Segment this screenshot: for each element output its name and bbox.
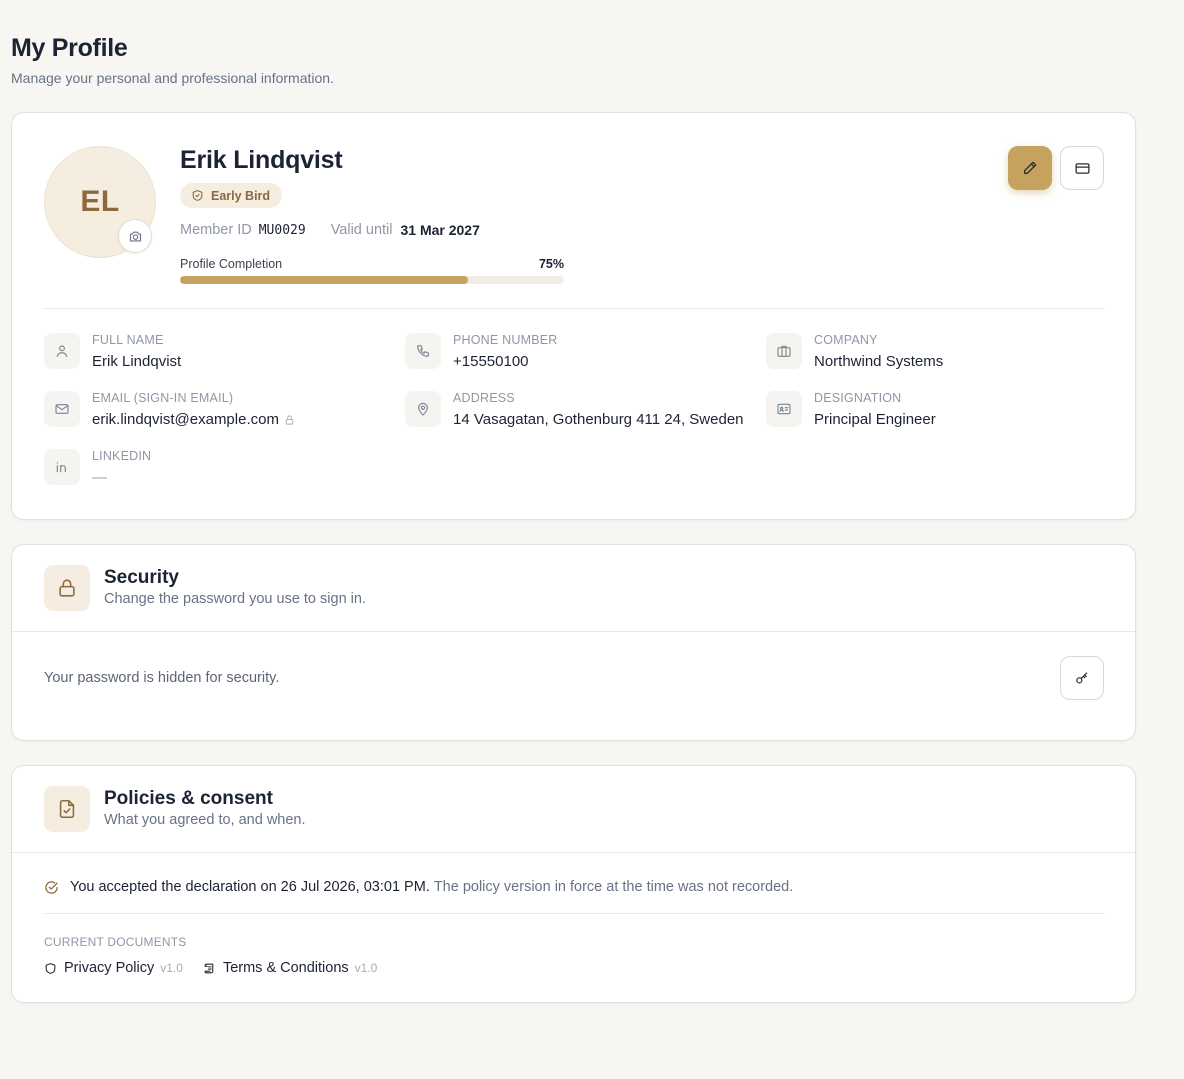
privacy-policy-name: Privacy Policy <box>64 960 155 976</box>
valid-until-label: Valid until <box>330 222 393 238</box>
shield-icon <box>44 962 57 975</box>
consent-accepted-text: You accepted the declaration on 26 Jul 2… <box>70 879 430 895</box>
policies-subtitle: What you agreed to, and when. <box>104 812 306 828</box>
privacy-policy-version: v1.0 <box>160 961 183 975</box>
badge-label: Early Bird <box>211 188 271 203</box>
documents-divider <box>44 913 1105 914</box>
terms-conditions-name: Terms & Conditions <box>222 960 349 976</box>
edit-profile-button[interactable] <box>1008 146 1052 190</box>
key-icon <box>1074 670 1090 686</box>
change-photo-button[interactable] <box>118 219 152 253</box>
company-value: Northwind Systems <box>814 353 944 370</box>
security-subtitle: Change the password you use to sign in. <box>104 591 366 607</box>
email-value: erik.lindqvist@example.com <box>92 411 279 428</box>
file-check-icon <box>44 786 90 832</box>
address-value: 14 Vasagatan, Gothenburg 411 24, Sweden <box>453 411 744 428</box>
email-value-row: erik.lindqvist@example.com <box>92 411 295 428</box>
lock-icon <box>44 565 90 611</box>
policies-title: Policies & consent <box>104 788 273 809</box>
consent-note-text: The policy version in force at the time … <box>433 879 794 895</box>
shield-check-icon <box>191 189 204 202</box>
linkedin-icon <box>44 449 80 485</box>
full-name-value: Erik Lindqvist <box>92 353 182 370</box>
terms-conditions-link[interactable]: Terms & Conditions <box>203 960 349 976</box>
policies-divider <box>12 852 1135 853</box>
profile-card: EL Erik Lindqvist Early Bird Member ID M… <box>11 112 1136 520</box>
profile-divider <box>44 308 1105 309</box>
profile-completion-fill <box>180 276 468 284</box>
valid-until-value: 31 Mar 2027 <box>400 222 480 238</box>
linkedin-label: LINKEDIN <box>92 449 152 463</box>
phone-label: PHONE NUMBER <box>453 333 558 347</box>
privacy-policy-link[interactable]: Privacy Policy <box>44 960 154 976</box>
security-title: Security <box>104 567 179 588</box>
status-badge: Early Bird <box>180 183 283 208</box>
id-card-icon <box>766 391 802 427</box>
documents-list: Privacy Policy v1.0 Terms & Conditions v… <box>44 960 377 976</box>
profile-name: Erik Lindqvist <box>180 146 343 174</box>
full-name-label: FULL NAME <box>92 333 164 347</box>
consent-record: You accepted the declaration on 26 Jul 2… <box>44 879 793 895</box>
email-label: EMAIL (SIGN-IN EMAIL) <box>92 391 234 405</box>
designation-label: DESIGNATION <box>814 391 902 405</box>
profile-completion-bar <box>180 276 564 284</box>
membership-card-button[interactable] <box>1060 146 1104 190</box>
profile-completion-percent: 75% <box>538 257 564 271</box>
linkedin-value: — <box>92 469 107 486</box>
current-documents-label: CURRENT DOCUMENTS <box>44 935 187 949</box>
security-card: Security Change the password you use to … <box>11 544 1136 741</box>
policies-card: Policies & consent What you agreed to, a… <box>11 765 1136 1003</box>
change-password-button[interactable] <box>1060 656 1104 700</box>
camera-icon <box>128 229 143 244</box>
scroll-icon <box>203 962 216 975</box>
profile-completion-label: Profile Completion <box>180 257 283 271</box>
page-title: My Profile <box>11 34 128 62</box>
company-label: COMPANY <box>814 333 878 347</box>
lock-icon <box>284 414 295 426</box>
mail-icon <box>44 391 80 427</box>
credit-card-icon <box>1074 160 1091 177</box>
membership-meta: Member ID MU0029 Valid until 31 Mar 2027 <box>180 222 480 238</box>
pencil-icon <box>1022 160 1038 176</box>
member-id-label: Member ID <box>180 222 252 238</box>
phone-icon <box>405 333 441 369</box>
avatar-initials: EL <box>80 185 120 218</box>
password-hidden-text: Your password is hidden for security. <box>44 670 280 686</box>
user-icon <box>44 333 80 369</box>
designation-value: Principal Engineer <box>814 411 936 428</box>
security-divider <box>12 631 1135 632</box>
briefcase-icon <box>766 333 802 369</box>
member-id-value: MU0029 <box>258 222 306 238</box>
map-pin-icon <box>405 391 441 427</box>
address-label: ADDRESS <box>453 391 515 405</box>
circle-check-icon <box>44 880 59 895</box>
terms-conditions-version: v1.0 <box>354 961 378 975</box>
page-subtitle: Manage your personal and professional in… <box>11 70 334 86</box>
phone-value: +15550100 <box>453 353 529 370</box>
